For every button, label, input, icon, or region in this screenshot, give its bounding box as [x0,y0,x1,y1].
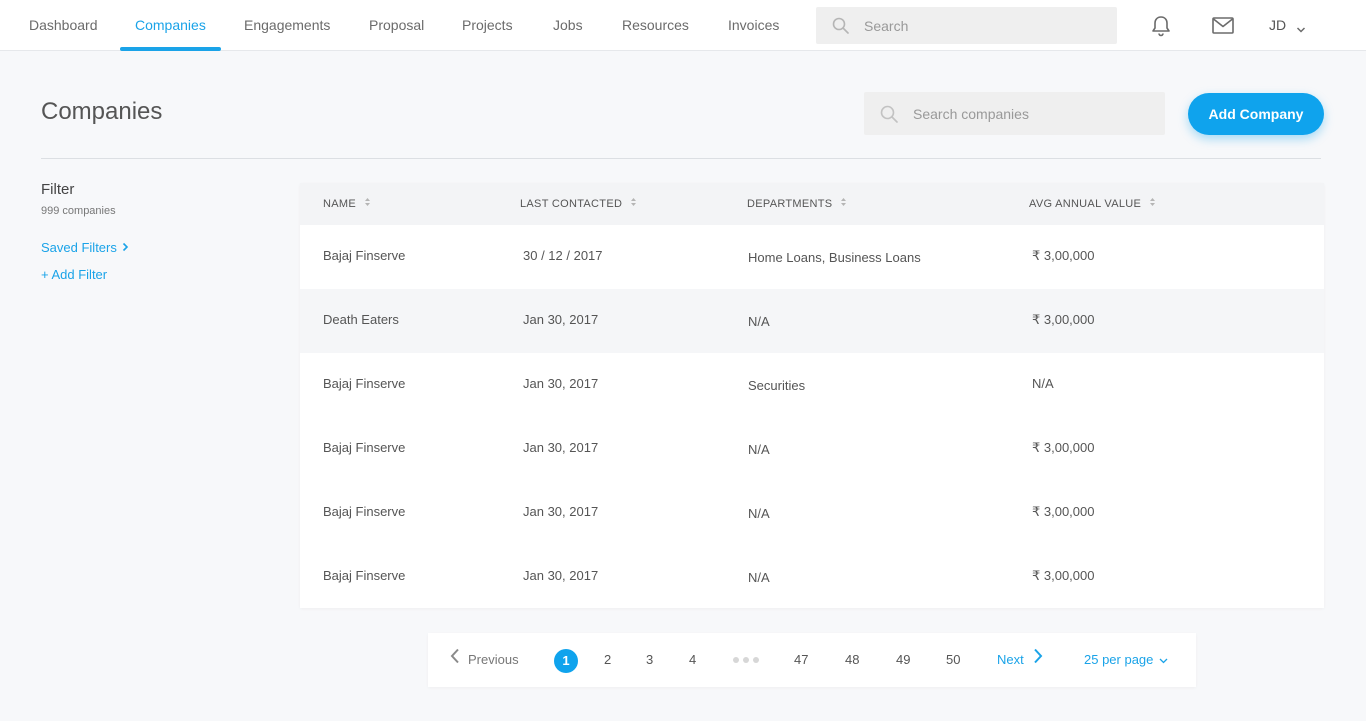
sort-icon [1149,183,1156,225]
company-search[interactable] [864,92,1165,135]
page-number[interactable]: 49 [896,633,910,687]
previous-label: Previous [468,652,519,667]
cell-departments: Home Loans, Business Loans [748,250,921,265]
cell-last-contacted: 30 / 12 / 2017 [523,248,603,263]
nav-companies[interactable]: Companies [135,0,206,51]
cell-avg-value: ₹ 3,00,000 [1032,440,1095,455]
cell-last-contacted: Jan 30, 2017 [523,376,599,391]
page-number[interactable]: 4 [689,633,696,687]
per-page-label: 25 per page [1084,652,1154,667]
nav-jobs[interactable]: Jobs [553,0,583,51]
nav-resources[interactable]: Resources [622,0,689,51]
cell-name: Bajaj Finserve [323,440,406,455]
page-title: Companies [41,98,163,125]
cell-name: Death Eaters [323,312,399,327]
search-icon [832,17,849,39]
table-row[interactable]: Bajaj Finserve Jan 30, 2017 N/A ₹ 3,00,0… [300,481,1324,545]
active-tab-indicator [120,47,221,51]
company-search-input[interactable] [913,92,1153,135]
sort-icon [840,183,847,225]
previous-page-button[interactable]: Previous [450,633,519,687]
ellipsis-icon [733,657,759,663]
companies-table: NAME LAST CONTACTED DEPARTMENTS AVG ANNU… [300,183,1324,608]
column-header-name[interactable]: NAME [323,183,371,225]
global-search[interactable] [816,7,1117,44]
chevron-down-icon[interactable] [1296,21,1306,39]
next-label: Next [997,652,1024,667]
column-header-avg-annual-value[interactable]: AVG ANNUAL VALUE [1029,183,1156,225]
cell-departments: N/A [748,442,770,457]
filter-title: Filter [41,181,75,198]
next-page-button[interactable]: Next [997,633,1043,687]
search-icon [880,105,898,128]
divider [41,158,1321,159]
cell-last-contacted: Jan 30, 2017 [523,440,599,455]
chevron-left-icon [450,633,460,687]
chevron-right-icon [122,240,129,255]
page-number[interactable]: 3 [646,633,653,687]
mail-icon[interactable] [1212,17,1234,39]
cell-name: Bajaj Finserve [323,504,406,519]
nav-projects[interactable]: Projects [462,0,513,51]
column-header-departments[interactable]: DEPARTMENTS [747,183,847,225]
sort-icon [364,183,371,225]
cell-avg-value: ₹ 3,00,000 [1032,504,1095,519]
table-row[interactable]: Bajaj Finserve Jan 30, 2017 N/A ₹ 3,00,0… [300,417,1324,481]
table-row[interactable]: Bajaj Finserve Jan 30, 2017 Securities N… [300,353,1324,417]
table-row[interactable]: Bajaj Finserve Jan 30, 2017 N/A ₹ 3,00,0… [300,545,1324,609]
user-initials[interactable]: JD [1269,0,1286,51]
sort-icon [630,183,637,225]
add-filter-link[interactable]: + Add Filter [41,267,107,282]
cell-last-contacted: Jan 30, 2017 [523,568,599,583]
global-search-input[interactable] [864,7,1104,44]
add-company-button[interactable]: Add Company [1188,93,1324,135]
cell-name: Bajaj Finserve [323,376,406,391]
cell-departments: N/A [748,506,770,521]
nav-invoices[interactable]: Invoices [728,0,779,51]
page-number[interactable]: 2 [604,633,611,687]
table-header: NAME LAST CONTACTED DEPARTMENTS AVG ANNU… [300,183,1324,225]
page-number[interactable]: 48 [845,633,859,687]
top-navbar: Dashboard Companies Engagements Proposal… [0,0,1366,51]
filter-count: 999 companies [41,205,116,217]
page-current[interactable]: 1 [554,649,578,673]
column-header-last-contacted[interactable]: LAST CONTACTED [520,183,637,225]
cell-last-contacted: Jan 30, 2017 [523,504,599,519]
cell-departments: Securities [748,378,806,393]
cell-avg-value: ₹ 3,00,000 [1032,568,1095,583]
page-number[interactable]: 47 [794,633,808,687]
page-number[interactable]: 50 [946,633,960,687]
saved-filters-link[interactable]: Saved Filters [41,240,129,255]
nav-proposal[interactable]: Proposal [369,0,424,51]
cell-departments: N/A [748,570,770,585]
bell-icon[interactable] [1151,15,1171,42]
chevron-right-icon [1033,633,1043,687]
cell-departments: N/A [748,314,770,329]
cell-avg-value: ₹ 3,00,000 [1032,248,1095,263]
cell-name: Bajaj Finserve [323,248,406,263]
pagination: Previous 1 2 3 4 47 48 49 50 Next 25 per… [428,633,1196,687]
table-row[interactable]: Bajaj Finserve 30 / 12 / 2017 Home Loans… [300,225,1324,289]
cell-avg-value: N/A [1032,376,1054,391]
nav-engagements[interactable]: Engagements [244,0,330,51]
cell-avg-value: ₹ 3,00,000 [1032,312,1095,327]
chevron-down-icon [1159,633,1168,687]
cell-name: Bajaj Finserve [323,568,406,583]
saved-filters-label: Saved Filters [41,240,117,255]
table-row[interactable]: Death Eaters Jan 30, 2017 N/A ₹ 3,00,000 [300,289,1324,353]
nav-dashboard[interactable]: Dashboard [29,0,98,51]
cell-last-contacted: Jan 30, 2017 [523,312,599,327]
per-page-select[interactable]: 25 per page [1084,633,1168,687]
